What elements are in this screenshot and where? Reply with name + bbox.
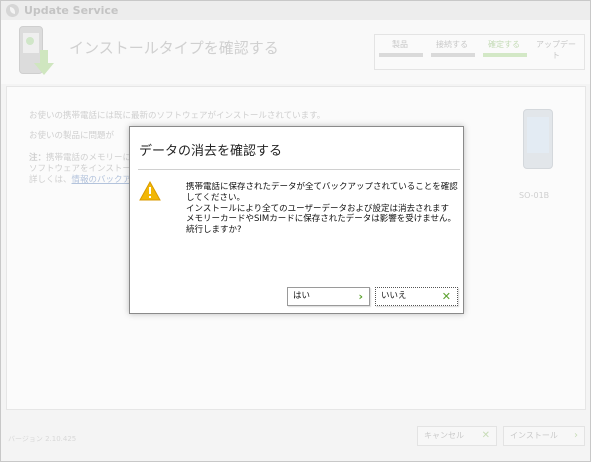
close-icon: ✕ bbox=[481, 430, 490, 441]
chevron-right-icon: › bbox=[358, 290, 363, 303]
device-image bbox=[523, 109, 553, 169]
step-product: 製品 bbox=[377, 39, 423, 57]
yes-button[interactable]: はい › bbox=[287, 287, 370, 306]
problem-text: お使いの製品に問題が bbox=[29, 131, 115, 141]
step-confirm: 確定する bbox=[481, 39, 527, 57]
status-text: お使いの携帯電話には既に最新のソフトウェアがインストールされています。 bbox=[29, 111, 326, 121]
window-title: Update Service bbox=[24, 4, 119, 17]
warning-icon bbox=[139, 181, 161, 201]
close-icon: ✕ bbox=[441, 290, 451, 303]
dialog-divider bbox=[138, 169, 460, 170]
download-arrow-icon bbox=[34, 50, 54, 75]
note-line-3: 詳しくは、情報のバックア bbox=[29, 175, 132, 185]
page-title: インストールタイプを確認する bbox=[69, 39, 279, 57]
install-button[interactable]: インストール › bbox=[503, 426, 585, 446]
backup-info-link[interactable]: 情報のバックア bbox=[72, 175, 132, 185]
dialog-message: 携帯電話に保存されたデータが全てバックアップされていることを確認 してください。… bbox=[186, 182, 458, 236]
confirm-erase-dialog: データの消去を確認する 携帯電話に保存されたデータが全てバックアップされているこ… bbox=[129, 126, 464, 314]
app-logo-icon bbox=[6, 4, 19, 17]
version-text: バージョン 2.10.425 bbox=[8, 435, 77, 443]
progress-steps: 製品 接続する 確定する アップデート bbox=[374, 34, 585, 70]
chevron-right-icon: › bbox=[574, 430, 578, 441]
cancel-button[interactable]: キャンセル ✕ bbox=[417, 426, 497, 446]
step-connect: 接続する bbox=[429, 39, 475, 57]
step-update: アップデート bbox=[536, 40, 576, 60]
header: インストールタイプを確認する 製品 接続する 確定する アップデート bbox=[1, 20, 590, 84]
dialog-title: データの消去を確認する bbox=[139, 144, 283, 159]
device-model-label: SO-01B bbox=[519, 191, 550, 200]
no-button[interactable]: いいえ ✕ bbox=[375, 287, 458, 306]
title-bar: Update Service bbox=[1, 1, 590, 20]
